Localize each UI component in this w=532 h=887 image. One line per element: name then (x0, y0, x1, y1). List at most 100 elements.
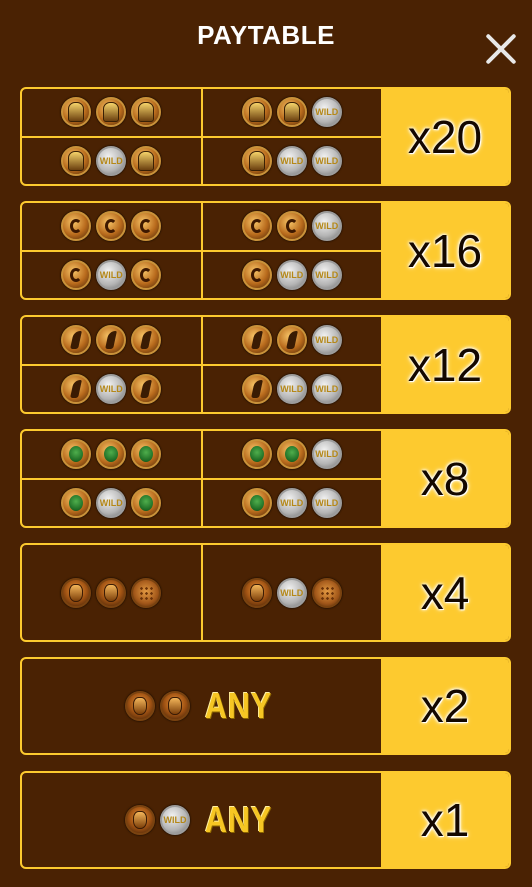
any-label: ANY (204, 685, 273, 726)
combo-cell (22, 545, 201, 640)
wild-symbol-icon: WILD (276, 145, 307, 176)
combo-cell: WILD (203, 545, 382, 640)
pharaoh-symbol-icon (61, 97, 92, 128)
combo-cell (22, 89, 201, 136)
scarab-symbol-icon (61, 439, 92, 470)
paytable-row-x20: WILD WILD WILD WILD x20 (20, 87, 511, 186)
wild-symbol-icon: WILD (311, 439, 342, 470)
scarab-symbol-icon (61, 487, 92, 518)
combo-cell: WILD (22, 363, 201, 413)
scarab-symbol-icon (131, 439, 162, 470)
scarab-symbol-icon (131, 487, 162, 518)
wild-symbol-icon: WILD (311, 325, 342, 356)
scarab-symbol-icon (241, 487, 272, 518)
wild-symbol-icon: WILD (96, 487, 127, 518)
combo-cell: WILD (203, 89, 382, 136)
combo-cell: WILD (22, 249, 201, 299)
paytable-row-x8: WILD WILD WILD WILD x8 (20, 429, 511, 528)
ra-symbol-icon (61, 259, 92, 290)
combo-group: ANY (22, 659, 381, 753)
vase-symbol-icon (241, 577, 272, 608)
combo-cell: WILD (22, 135, 201, 185)
wild-symbol-icon: WILD (276, 259, 307, 290)
vase-symbol-icon (159, 691, 190, 721)
multiplier-label: x16 (381, 203, 509, 298)
combo-cell (22, 317, 201, 364)
pharaoh-symbol-icon (61, 145, 92, 176)
pharaoh-symbol-icon (241, 97, 272, 128)
wild-symbol-icon: WILD (276, 577, 307, 608)
paytable-row-x1: WILD ANY x1 (20, 771, 511, 869)
scarab-symbol-icon (276, 439, 307, 470)
paytable-title: PAYTABLE (197, 20, 335, 50)
pharaoh-symbol-icon (276, 97, 307, 128)
wild-symbol-icon: WILD (96, 373, 127, 404)
multiplier-label: x4 (381, 545, 509, 640)
multiplier-label: x1 (381, 773, 509, 867)
ra-symbol-icon (276, 211, 307, 242)
anubis-symbol-icon (241, 373, 272, 404)
wild-symbol-icon: WILD (311, 373, 342, 404)
any-combo-cell: WILD ANY (22, 773, 381, 867)
scarab-symbol-icon (96, 439, 127, 470)
wild-symbol-icon: WILD (276, 487, 307, 518)
combo-cell: WILD (22, 477, 201, 527)
wild-symbol-icon: WILD (96, 145, 127, 176)
wild-symbol-icon: WILD (96, 259, 127, 290)
combo-group: WILD WILD WILD WILD (22, 89, 381, 184)
combo-cell: WILD WILD (202, 249, 381, 299)
wild-symbol-icon: WILD (311, 211, 342, 242)
combo-cell: WILD (203, 317, 382, 364)
ra-symbol-icon (241, 259, 272, 290)
combo-cell: WILD WILD (202, 477, 381, 527)
combo-group: WILD ANY (22, 773, 381, 867)
paytable-row-x16: WILD WILD WILD WILD x16 (20, 201, 511, 300)
pharaoh-symbol-icon (131, 145, 162, 176)
anubis-symbol-icon (241, 325, 272, 356)
close-icon[interactable] (484, 32, 518, 66)
wild-symbol-icon: WILD (311, 259, 342, 290)
combo-cell: WILD (203, 431, 382, 478)
pharaoh-symbol-icon (241, 145, 272, 176)
combo-cell: WILD WILD (202, 363, 381, 413)
combo-group: WILD WILD WILD WILD (22, 317, 381, 412)
combo-group: WILD WILD WILD WILD (22, 431, 381, 526)
pharaoh-symbol-icon (131, 97, 162, 128)
pharaoh-symbol-icon (96, 97, 127, 128)
paytable-row-x2: ANY x2 (20, 657, 511, 755)
multiplier-label: x2 (381, 659, 509, 753)
any-combo-cell: ANY (22, 659, 381, 753)
multiplier-label: x20 (381, 89, 509, 184)
any-label: ANY (204, 799, 273, 840)
vase-symbol-icon (124, 805, 155, 835)
combo-cell: WILD (203, 203, 382, 250)
anubis-symbol-icon (131, 325, 162, 356)
combo-cell: WILD WILD (202, 135, 381, 185)
combo-group: WILD (22, 545, 381, 640)
vase-symbol-icon (61, 577, 92, 608)
ra-symbol-icon (61, 211, 92, 242)
wild-symbol-icon: WILD (276, 373, 307, 404)
grid-symbol-icon (131, 577, 162, 608)
paytable-row-x12: WILD WILD WILD WILD x12 (20, 315, 511, 414)
grid-symbol-icon (311, 577, 342, 608)
scarab-symbol-icon (241, 439, 272, 470)
ra-symbol-icon (96, 211, 127, 242)
anubis-symbol-icon (131, 373, 162, 404)
anubis-symbol-icon (61, 325, 92, 356)
wild-symbol-icon: WILD (311, 97, 342, 128)
vase-symbol-icon (124, 691, 155, 721)
combo-group: WILD WILD WILD WILD (22, 203, 381, 298)
anubis-symbol-icon (61, 373, 92, 404)
wild-symbol-icon: WILD (311, 487, 342, 518)
combo-cell (22, 203, 201, 250)
ra-symbol-icon (241, 211, 272, 242)
ra-symbol-icon (131, 211, 162, 242)
multiplier-label: x12 (381, 317, 509, 412)
ra-symbol-icon (131, 259, 162, 290)
paytable-row-x4: WILD x4 (20, 543, 511, 642)
wild-symbol-icon: WILD (311, 145, 342, 176)
multiplier-label: x8 (381, 431, 509, 526)
wild-symbol-icon: WILD (159, 805, 190, 835)
vase-symbol-icon (96, 577, 127, 608)
